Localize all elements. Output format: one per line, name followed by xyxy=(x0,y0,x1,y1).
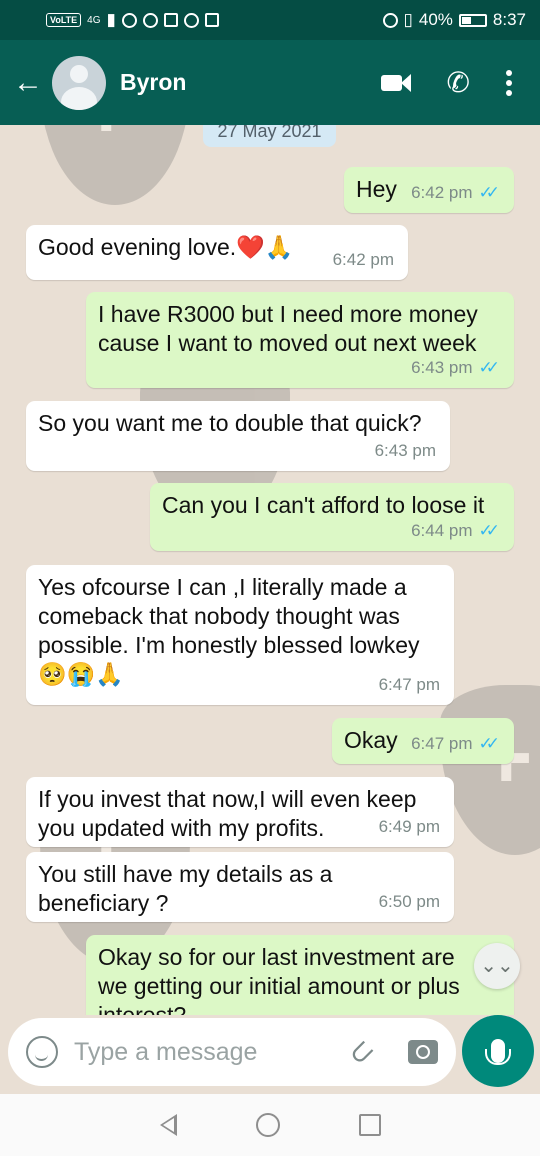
message-text: You still have my details as a beneficia… xyxy=(38,861,333,916)
message-time: 6:49 pm xyxy=(378,817,440,836)
phone-notification-icon xyxy=(142,12,158,28)
read-ticks-icon: ✓✓ xyxy=(478,734,500,753)
message-text: Okay so for our last investment are we g… xyxy=(98,944,460,1015)
message-bubble-outgoing[interactable]: Okay so for our last investment are we g… xyxy=(86,935,514,1015)
message-bubble-incoming[interactable]: Yes ofcourse I can ,I literally made a c… xyxy=(26,565,454,705)
message-text: So you want me to double that quick? xyxy=(38,410,422,436)
message-meta: 6:47 pm ✓✓ xyxy=(411,729,500,758)
message-meta: 6:47 pm xyxy=(379,670,440,699)
status-left-icons: VoLTE 4G ▮ xyxy=(46,10,383,30)
message-bubble-outgoing[interactable]: Can you I can't afford to loose it 6:44 … xyxy=(150,483,514,551)
read-ticks-icon: ✓✓ xyxy=(478,358,500,377)
voice-message-button[interactable] xyxy=(462,1015,534,1087)
message-text: Hey xyxy=(356,176,397,202)
message-bubble-outgoing[interactable]: Hey 6:42 pm ✓✓ xyxy=(344,167,514,213)
battery-percent: 40% xyxy=(418,10,453,29)
message-bubble-incoming[interactable]: Good evening love.❤️🙏 6:42 pm xyxy=(26,225,408,280)
watermark-shield xyxy=(440,685,540,855)
watermark-shield xyxy=(40,125,190,205)
message-time: 6:43 pm xyxy=(411,358,473,377)
message-time: 6:43 pm xyxy=(374,441,436,460)
message-meta: 6:49 pm xyxy=(379,812,440,841)
read-ticks-icon: ✓✓ xyxy=(478,521,500,540)
message-text: Can you I can't afford to loose it xyxy=(162,492,485,518)
clock: 8:37 xyxy=(492,10,526,29)
calendar-notification-icon xyxy=(204,13,219,27)
message-text: If you invest that now,I will even keep … xyxy=(38,786,417,841)
chat-area[interactable]: 27 May 2021 Hey 6:42 pm ✓✓ Good evening l… xyxy=(0,125,540,1015)
chat-header: ← Byron ✆ xyxy=(0,40,540,125)
system-navigation-bar xyxy=(0,1094,540,1156)
facebook-notification-icon xyxy=(183,12,199,28)
message-bubble-incoming[interactable]: You still have my details as a beneficia… xyxy=(26,852,454,922)
message-meta: 6:44 pm ✓✓ xyxy=(411,516,500,545)
nav-back-icon[interactable] xyxy=(159,1114,177,1136)
alarm-icon xyxy=(382,12,398,28)
whatsapp-notification-icon xyxy=(121,12,137,28)
gallery-notification-icon xyxy=(163,13,178,27)
message-meta: 6:43 pm xyxy=(375,436,436,465)
nav-home-icon[interactable] xyxy=(255,1113,280,1137)
more-options-icon[interactable] xyxy=(506,69,512,96)
message-bubble-outgoing[interactable]: I have R3000 but I need more money cause… xyxy=(86,292,514,388)
scroll-to-bottom-button[interactable]: ⌄⌄ xyxy=(474,943,520,989)
message-time: 6:47 pm xyxy=(378,675,440,694)
message-meta: 6:50 pm xyxy=(379,887,440,916)
message-bubble-incoming[interactable]: So you want me to double that quick? 6:4… xyxy=(26,401,450,471)
nav-recents-icon[interactable] xyxy=(358,1114,381,1136)
message-meta: 6:42 pm xyxy=(333,245,394,274)
message-time: 6:44 pm xyxy=(411,521,473,540)
contact-name[interactable]: Byron xyxy=(120,69,381,96)
header-actions: ✆ xyxy=(380,68,512,97)
message-text: I have R3000 but I need more money cause… xyxy=(98,301,478,356)
mic-icon xyxy=(485,1039,511,1065)
camera-icon[interactable] xyxy=(408,1040,438,1064)
message-meta: 6:43 pm ✓✓ xyxy=(411,353,500,382)
read-ticks-icon: ✓✓ xyxy=(478,183,500,202)
date-separator: 27 May 2021 xyxy=(203,125,336,147)
emoji-icon[interactable] xyxy=(26,1036,58,1068)
message-text: Yes ofcourse I can ,I literally made a c… xyxy=(38,574,420,687)
message-time: 6:50 pm xyxy=(378,892,440,911)
video-call-icon[interactable] xyxy=(380,73,411,93)
message-bubble-outgoing[interactable]: Okay 6:47 pm ✓✓ xyxy=(332,718,514,764)
message-input[interactable]: Type a message xyxy=(74,1038,349,1067)
battery-icon xyxy=(458,13,487,27)
message-time: 6:42 pm xyxy=(411,183,473,202)
message-text: Okay xyxy=(344,727,398,753)
message-meta: 6:42 pm ✓✓ xyxy=(411,178,500,207)
message-text: Good evening love.❤️🙏 xyxy=(38,234,294,260)
status-right-icons: ▯ 40% 8:37 xyxy=(382,10,526,30)
message-bubble-incoming[interactable]: If you invest that now,I will even keep … xyxy=(26,777,454,847)
vibrate-icon: ▯ xyxy=(403,10,413,29)
message-time: 6:47 pm xyxy=(411,734,473,753)
avatar[interactable] xyxy=(52,55,106,110)
status-bar: VoLTE 4G ▮ ▯ 40% 8:37 xyxy=(0,0,540,40)
phone-call-icon[interactable]: ✆ xyxy=(447,68,470,97)
back-arrow-icon[interactable]: ← xyxy=(8,66,48,100)
message-composer: Type a message ⊂ xyxy=(8,1018,456,1086)
signal-icon: ▮ xyxy=(106,10,116,29)
network-type: 4G xyxy=(87,14,101,26)
battery-fill xyxy=(461,16,471,24)
volte-indicator: VoLTE xyxy=(46,13,82,27)
message-time: 6:42 pm xyxy=(332,250,394,269)
